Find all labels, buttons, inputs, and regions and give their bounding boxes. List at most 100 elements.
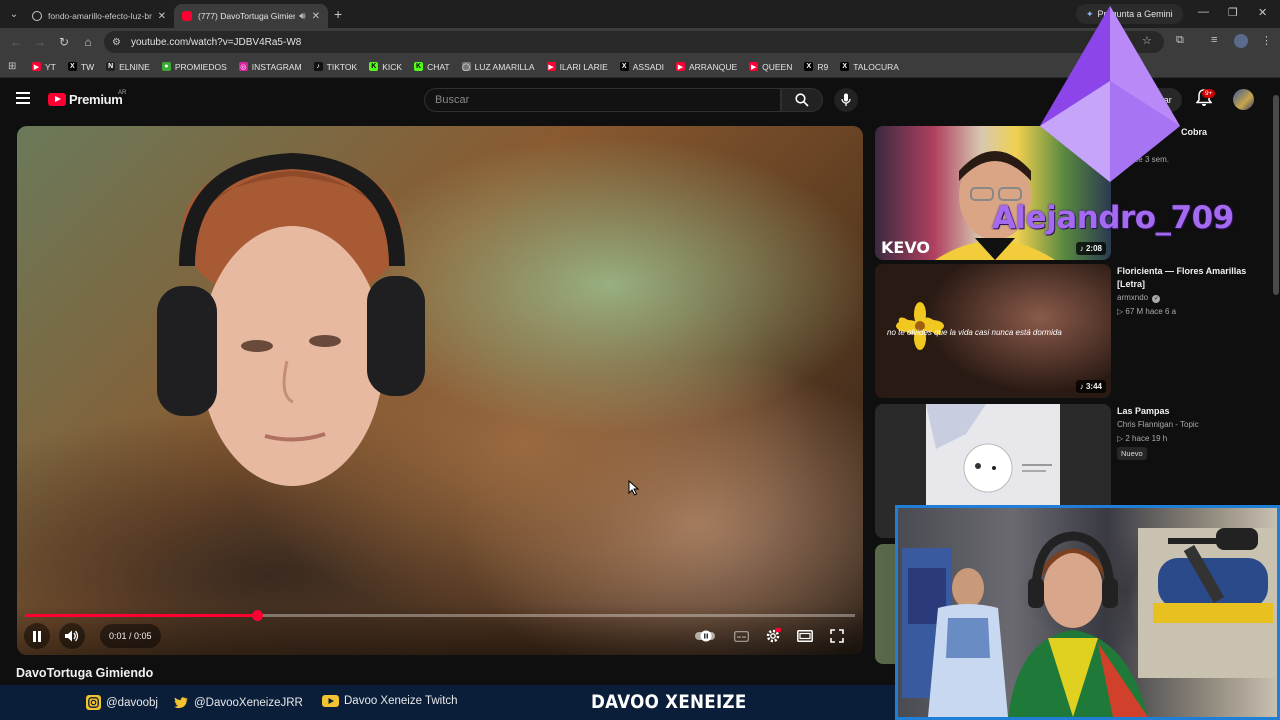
video-duration: ♪ 3:44 xyxy=(1075,380,1106,393)
tab-search-button[interactable]: ⌄ xyxy=(4,4,24,24)
search-button[interactable] xyxy=(781,88,823,112)
duration-text: 3:44 xyxy=(1085,382,1102,391)
recommendation-title[interactable]: Las Pampas xyxy=(1117,405,1255,418)
youtube-icon: ▶ xyxy=(749,62,759,71)
recommendation-title[interactable]: Floricienta — Flores Amarillas [Letra] xyxy=(1117,265,1255,291)
bookmark-label: ILARI LARIE xyxy=(559,61,608,72)
youtube-icon: ▶ xyxy=(675,62,685,71)
bookmark-label: TW xyxy=(80,61,95,72)
menu-icon[interactable] xyxy=(16,92,30,104)
bookmark-luz-amarilla[interactable]: ◯ LUZ AMARILLA xyxy=(461,62,535,72)
bookmark-arranque[interactable]: ▶ ARRANQUE xyxy=(675,61,738,72)
menu-kebab-icon[interactable]: ⋮ xyxy=(1261,34,1272,47)
bookmark-tiktok[interactable]: ♪ TIKTOK xyxy=(313,62,357,72)
tiktok-icon: ♪ xyxy=(313,62,323,71)
scrubber-handle[interactable] xyxy=(251,609,263,621)
thumbnail-brand: KEVO xyxy=(881,238,931,257)
pause-icon xyxy=(33,630,41,642)
voice-search-button[interactable] xyxy=(834,88,858,112)
back-icon[interactable]: ← xyxy=(4,35,28,49)
mouse-cursor-icon xyxy=(628,480,640,496)
browser-tab-active[interactable]: (777) DavoTortuga Gimiendo 🔊︎ ✕ xyxy=(174,4,328,28)
video-title[interactable]: DavoTortuga Gimiendo xyxy=(16,666,153,680)
new-badge: Nuevo xyxy=(1117,447,1147,460)
meta-text: 2 hace 19 h xyxy=(1125,434,1168,443)
search-input[interactable]: Buscar xyxy=(424,88,781,112)
video-player[interactable]: 0:01 / 0:05 xyxy=(17,126,863,655)
bookmark-label: R9 xyxy=(817,61,829,72)
scrollbar-thumb[interactable] xyxy=(1273,95,1279,295)
fullscreen-icon xyxy=(830,629,844,643)
elnine-icon: N xyxy=(106,62,116,71)
bookmark-r9[interactable]: X R9 xyxy=(804,62,828,72)
twitter-icon xyxy=(174,695,189,710)
volume-icon xyxy=(65,630,79,642)
progress-bar[interactable] xyxy=(25,609,855,621)
bookmark-assadi[interactable]: X ASSADI xyxy=(619,62,664,72)
reload-icon[interactable]: ↻ xyxy=(52,35,76,49)
autoplay-toggle[interactable] xyxy=(693,625,717,647)
globe-icon: ◯ xyxy=(461,62,471,71)
bookmark-queen[interactable]: ▶ QUEEN xyxy=(749,62,792,72)
fullscreen-button[interactable] xyxy=(825,625,849,647)
recommendation-item[interactable]: no te olvides que la vida casi nunca est… xyxy=(875,264,1255,398)
recommendation-meta: ▷ 2 hace 19 h xyxy=(1117,434,1167,443)
tab-title: (777) DavoTortuga Gimiendo xyxy=(198,11,295,21)
recommendation-channel[interactable]: armxndo ✓ xyxy=(1117,293,1161,303)
bookmark-label: INSTAGRAM xyxy=(251,61,302,72)
bookmark-elnine[interactable]: N ELNINE xyxy=(106,62,150,72)
media-controls-icon[interactable]: ≡ xyxy=(1211,34,1217,46)
bookmark-promiedos[interactable]: ● PROMIEDOS xyxy=(161,62,227,72)
bookmark-label: QUEEN xyxy=(762,61,793,72)
recommendation-channel[interactable]: Chris Flannigan - Topic xyxy=(1117,420,1199,429)
microphone-icon xyxy=(841,93,851,106)
bookmark-label: ARRANQUE xyxy=(688,61,738,72)
tab-title: fondo-amarillo-efecto-luz-brilla xyxy=(48,11,152,21)
speaker-icon[interactable]: 🔊︎ xyxy=(299,11,305,22)
channel-name: armxndo xyxy=(1117,293,1149,302)
close-window-icon[interactable]: ✕ xyxy=(1258,6,1267,19)
profile-avatar[interactable] xyxy=(1234,34,1248,48)
forward-icon[interactable]: → xyxy=(28,35,52,49)
x-icon: X xyxy=(67,62,77,71)
youtube-logo[interactable]: Premium xyxy=(48,92,123,107)
player-controls: 0:01 / 0:05 xyxy=(17,605,863,655)
social-twitter: @DavooXeneizeJRR xyxy=(174,695,303,710)
thumbnail-caption: no te olvides que la vida casi nunca est… xyxy=(887,328,1062,337)
notification-count-badge: 9+ xyxy=(1202,89,1216,98)
bookmark-chat[interactable]: K CHAT xyxy=(414,62,450,72)
social-handle: @davoobj xyxy=(106,696,158,709)
time-display: 0:01 / 0:05 xyxy=(100,624,161,648)
url-text: youtube.com/watch?v=JDBV4Ra5-W8 xyxy=(130,36,302,48)
new-tab-button[interactable]: + xyxy=(334,6,342,22)
maximize-icon[interactable]: ❐ xyxy=(1228,6,1238,19)
webcam-feed xyxy=(895,505,1280,720)
minimize-icon[interactable]: — xyxy=(1198,6,1209,18)
home-icon[interactable]: ⌂ xyxy=(76,35,100,49)
bookmark-tw[interactable]: X TW xyxy=(67,61,95,72)
bookmark-talocura[interactable]: X TALOCURA xyxy=(840,62,899,72)
stream-footer: @davoobj @DavooXeneizeJRR Davoo Xeneize … xyxy=(0,685,895,720)
bookmark-ilari-larie[interactable]: ▶ ILARI LARIE xyxy=(546,61,608,72)
subtitles-icon xyxy=(733,630,749,642)
volume-button[interactable] xyxy=(59,623,85,649)
browser-tab[interactable]: fondo-amarillo-efecto-luz-brilla ✕ xyxy=(24,4,174,28)
instagram-icon: ◎ xyxy=(238,62,248,71)
theater-mode-button[interactable] xyxy=(793,625,817,647)
bookmark-label: CHAT xyxy=(427,61,450,72)
settings-button[interactable] xyxy=(761,625,785,647)
apps-grid-icon[interactable]: ⊞ xyxy=(8,61,22,72)
globe-icon xyxy=(32,11,42,21)
bookmark-yt[interactable]: ▶ YT xyxy=(32,62,56,72)
address-bar[interactable]: ⚙︎ youtube.com/watch?v=JDBV4Ra5-W8 xyxy=(104,31,1164,53)
close-tab-icon[interactable]: ✕ xyxy=(158,11,166,22)
account-avatar[interactable] xyxy=(1233,89,1254,110)
bookmark-label: ELNINE xyxy=(119,61,150,72)
video-thumbnail[interactable]: no te olvides que la vida casi nunca est… xyxy=(875,264,1111,398)
site-info-icon[interactable]: ⚙︎ xyxy=(112,37,121,48)
pause-button[interactable] xyxy=(24,623,50,649)
subtitles-button[interactable] xyxy=(729,625,753,647)
bookmark-instagram[interactable]: ◎ INSTAGRAM xyxy=(238,61,302,72)
bookmark-kick[interactable]: K KICK xyxy=(369,62,402,72)
close-tab-icon[interactable]: ✕ xyxy=(312,11,320,22)
